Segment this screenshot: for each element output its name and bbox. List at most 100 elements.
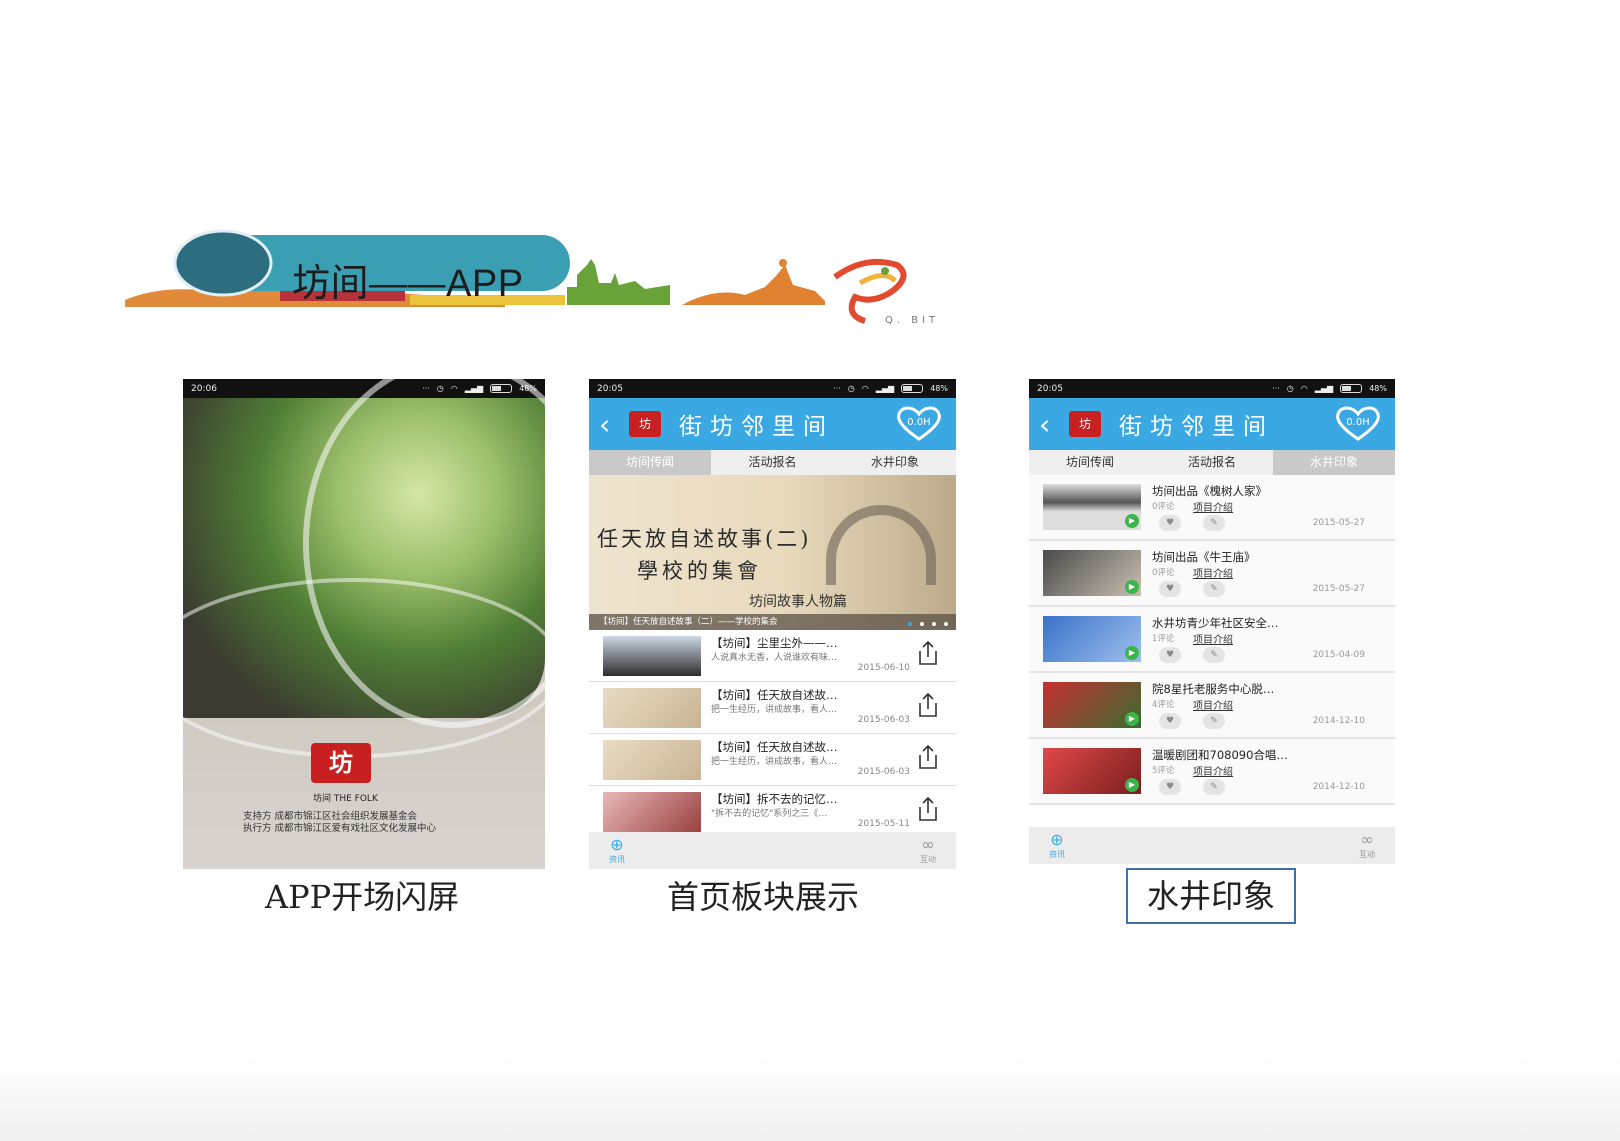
edit-icon[interactable]: ✎ bbox=[1203, 647, 1225, 663]
hero-subtitle: 學校的集會 bbox=[637, 559, 762, 583]
tab-signup[interactable]: 活动报名 bbox=[1151, 450, 1273, 475]
news-date: 2015-06-03 bbox=[857, 767, 910, 777]
app-title: 街坊邻里间 bbox=[1119, 414, 1274, 440]
like-icon[interactable]: ♥ bbox=[1159, 779, 1181, 795]
tab-rumors[interactable]: 坊间传闻 bbox=[1029, 450, 1151, 475]
hero-banner[interactable]: 任天放自述故事(二) 學校的集會 坊间故事人物篇 【坊间】任天放自述故事（二）—… bbox=[589, 475, 956, 630]
bottom-nav: ⊕ 资讯 ∞ 互动 bbox=[589, 832, 956, 869]
carousel-dots bbox=[908, 622, 948, 626]
news-summary: "拆不去的记忆"系列之三《… bbox=[711, 809, 828, 819]
tab-rumors[interactable]: 坊间传闻 bbox=[589, 450, 712, 475]
list-item[interactable]: ▶ 温暖剧团和708090合唱… 5评论 项目介绍 ♥ ✎ 2014-12-10 bbox=[1029, 739, 1395, 805]
news-title: 【坊间】拆不去的记忆… bbox=[711, 792, 838, 806]
more-icon: ··· bbox=[833, 384, 841, 393]
news-title: 【坊间】任天放自述故… bbox=[711, 688, 838, 702]
share-icon[interactable] bbox=[916, 744, 940, 770]
item-title: 院8星托老服务中心脱… bbox=[1152, 682, 1275, 696]
bridge-illustration bbox=[826, 505, 936, 585]
app-logo-text: 坊间 THE FOLK bbox=[313, 794, 378, 804]
status-bar: 20:05 ··· ◷ ◠ ▂▄▆ 48% bbox=[1029, 379, 1395, 398]
nav-interact[interactable]: ∞ 互动 bbox=[920, 832, 936, 869]
news-summary: 把一生经历，讲成故事，看人… bbox=[711, 705, 838, 715]
video-thumbnail: ▶ bbox=[1043, 550, 1141, 596]
nav-news-label: 资讯 bbox=[609, 855, 625, 864]
project-intro-link[interactable]: 项目介绍 bbox=[1193, 763, 1233, 778]
news-title: 【坊间】尘里尘外——… bbox=[711, 636, 838, 650]
banner-title: 坊间——APP bbox=[292, 263, 524, 305]
back-icon[interactable]: ‹ bbox=[599, 408, 623, 441]
nav-news[interactable]: ⊕ 资讯 bbox=[609, 832, 625, 869]
share-icon[interactable] bbox=[916, 796, 940, 822]
status-bar: 20:05 ··· ◷ ◠ ▂▄▆ 48% bbox=[589, 379, 956, 398]
header-logo: 坊 bbox=[629, 411, 661, 437]
project-intro-link[interactable]: 项目介绍 bbox=[1193, 565, 1233, 580]
item-date: 2015-05-27 bbox=[1312, 518, 1365, 528]
tab-signup[interactable]: 活动报名 bbox=[711, 450, 833, 475]
nav-news-label: 资讯 bbox=[1049, 850, 1065, 859]
news-date: 2015-05-11 bbox=[857, 819, 910, 829]
app-header: ‹ 坊 街坊邻里间 0.0H bbox=[589, 398, 956, 450]
heart-badge: 0.0H bbox=[1346, 417, 1370, 428]
tab-well-impressions[interactable]: 水井印象 bbox=[834, 450, 956, 475]
splash-body: 坊 坊间 THE FOLK 支持方 成都市锦江区社会组织发展基金会 执行方 成都… bbox=[183, 379, 545, 869]
share-icon[interactable] bbox=[916, 640, 940, 666]
tab-well-impressions[interactable]: 水井印象 bbox=[1273, 450, 1395, 475]
home-screen: 20:05 ··· ◷ ◠ ▂▄▆ 48% ‹ 坊 街坊邻里间 0.0H 坊间传… bbox=[589, 379, 956, 869]
project-intro-link[interactable]: 项目介绍 bbox=[1193, 697, 1233, 712]
item-date: 2015-05-27 bbox=[1312, 584, 1365, 594]
like-icon[interactable]: ♥ bbox=[1159, 647, 1181, 663]
video-thumbnail: ▶ bbox=[1043, 616, 1141, 662]
link-icon: ∞ bbox=[1360, 830, 1374, 849]
more-icon: ··· bbox=[1272, 384, 1280, 393]
list-item[interactable]: ▶ 院8星托老服务中心脱… 4评论 项目介绍 ♥ ✎ 2014-12-10 bbox=[1029, 673, 1395, 739]
play-icon[interactable]: ▶ bbox=[1125, 778, 1139, 792]
back-icon[interactable]: ‹ bbox=[1039, 408, 1063, 441]
project-intro-link[interactable]: 项目介绍 bbox=[1193, 499, 1233, 514]
battery-level: 48% bbox=[930, 384, 948, 393]
edit-icon[interactable]: ✎ bbox=[1203, 581, 1225, 597]
play-icon[interactable]: ▶ bbox=[1125, 514, 1139, 528]
app-header: ‹ 坊 街坊邻里间 0.0H bbox=[1029, 398, 1395, 450]
hero-title: 任天放自述故事(二) bbox=[597, 527, 812, 551]
nav-interact[interactable]: ∞ 互动 bbox=[1359, 827, 1375, 864]
play-icon[interactable]: ▶ bbox=[1125, 712, 1139, 726]
status-time: 20:06 bbox=[191, 383, 217, 394]
bottom-fade bbox=[0, 1051, 1620, 1141]
splash-screen: 20:06 ··· ◷ ◠ ▂▄▆ 48% 坊 坊间 THE FOLK 支持方 … bbox=[183, 379, 545, 869]
news-item[interactable]: 【坊间】任天放自述故… 把一生经历，讲成故事，看人… 2015-06-03 bbox=[589, 682, 956, 734]
bottom-nav: ⊕ 资讯 ∞ 互动 bbox=[1029, 827, 1395, 864]
nav-news[interactable]: ⊕ 资讯 bbox=[1049, 827, 1065, 864]
heart-badge: 0.0H bbox=[907, 417, 931, 428]
edit-icon[interactable]: ✎ bbox=[1203, 779, 1225, 795]
edit-icon[interactable]: ✎ bbox=[1203, 713, 1225, 729]
play-icon[interactable]: ▶ bbox=[1125, 646, 1139, 660]
news-item[interactable]: 【坊间】拆不去的记忆… "拆不去的记忆"系列之三《… 2015-05-11 bbox=[589, 786, 956, 838]
item-date: 2014-12-10 bbox=[1312, 782, 1365, 792]
like-icon[interactable]: ♥ bbox=[1159, 581, 1181, 597]
heart-icon[interactable]: 0.0H bbox=[1331, 406, 1385, 442]
list-item[interactable]: ▶ 水井坊青少年社区安全… 1评论 项目介绍 ♥ ✎ 2015-04-09 bbox=[1029, 607, 1395, 673]
edit-icon[interactable]: ✎ bbox=[1203, 515, 1225, 531]
news-item[interactable]: 【坊间】尘里尘外——… 人说真水无香，人说谁欢有味… 2015-06-10 bbox=[589, 630, 956, 682]
comment-count: 0评论 bbox=[1152, 568, 1175, 578]
splash-sponsors: 支持方 成都市锦江区社会组织发展基金会 执行方 成都市锦江区爱有戏社区文化发展中… bbox=[243, 811, 436, 835]
project-list: ▶ 坊间出品《槐树人家》 0评论 项目介绍 ♥ ✎ 2015-05-27 ▶ 坊… bbox=[1029, 475, 1395, 805]
play-icon[interactable]: ▶ bbox=[1125, 580, 1139, 594]
title-banner: 坊间——APP Q. BIT bbox=[125, 225, 945, 345]
like-icon[interactable]: ♥ bbox=[1159, 713, 1181, 729]
list-item[interactable]: ▶ 坊间出品《槐树人家》 0评论 项目介绍 ♥ ✎ 2015-05-27 bbox=[1029, 475, 1395, 541]
news-date: 2015-06-10 bbox=[857, 663, 910, 673]
news-list: 【坊间】尘里尘外——… 人说真水无香，人说谁欢有味… 2015-06-10 【坊… bbox=[589, 630, 956, 838]
wifi-icon: ◠ bbox=[861, 384, 869, 393]
news-thumbnail bbox=[603, 740, 701, 780]
news-thumbnail bbox=[603, 792, 701, 832]
news-item[interactable]: 【坊间】任天放自述故… 把一生经历，讲成故事，看人… 2015-06-03 bbox=[589, 734, 956, 786]
battery-icon bbox=[1340, 384, 1363, 393]
share-icon[interactable] bbox=[916, 692, 940, 718]
item-title: 坊间出品《槐树人家》 bbox=[1152, 484, 1267, 498]
like-icon[interactable]: ♥ bbox=[1159, 515, 1181, 531]
heart-icon[interactable]: 0.0H bbox=[892, 406, 946, 442]
video-thumbnail: ▶ bbox=[1043, 484, 1141, 530]
project-intro-link[interactable]: 项目介绍 bbox=[1193, 631, 1233, 646]
list-item[interactable]: ▶ 坊间出品《牛王庙》 0评论 项目介绍 ♥ ✎ 2015-05-27 bbox=[1029, 541, 1395, 607]
